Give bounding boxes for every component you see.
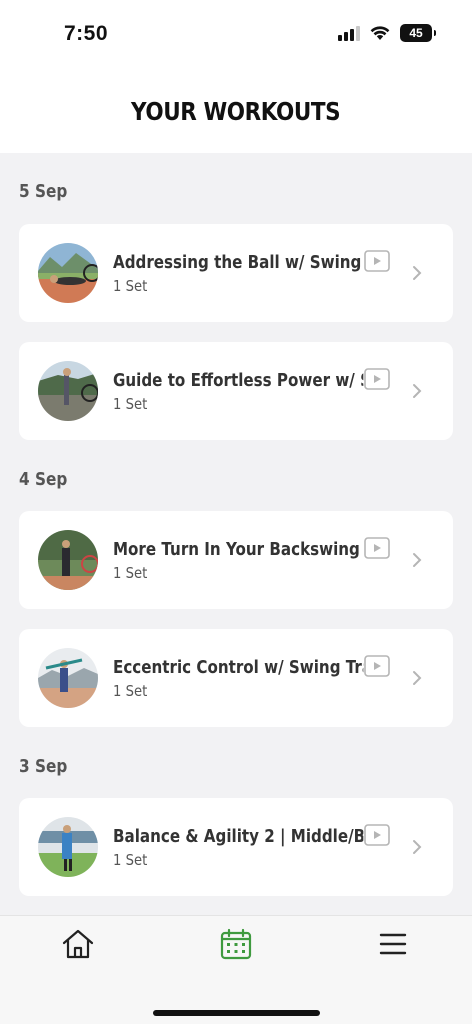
workout-card[interactable]: Addressing the Ball w/ Swing T... 1 Set xyxy=(19,224,453,322)
battery-icon: 45 xyxy=(400,24,436,42)
page-title: YOUR WORKOUTS xyxy=(131,97,341,126)
status-time: 7:50 xyxy=(64,22,109,45)
chevron-right-icon[interactable] xyxy=(411,838,423,856)
hamburger-menu-icon xyxy=(379,933,407,955)
workout-sets: 1 Set xyxy=(113,564,148,582)
workout-sets: 1 Set xyxy=(113,277,148,295)
wifi-icon xyxy=(370,26,390,40)
date-header: 4 Sep xyxy=(19,469,68,490)
tab-menu[interactable] xyxy=(373,924,413,964)
status-icons: 45 xyxy=(338,24,436,42)
play-video-icon[interactable] xyxy=(364,537,390,559)
chevron-right-icon[interactable] xyxy=(411,382,423,400)
workout-sets: 1 Set xyxy=(113,682,148,700)
chevron-right-icon[interactable] xyxy=(411,551,423,569)
page-header: YOUR WORKOUTS xyxy=(0,70,472,153)
chevron-right-icon[interactable] xyxy=(411,669,423,687)
workout-thumbnail xyxy=(38,648,98,708)
workout-card[interactable]: Balance & Agility 2 | Middle/B... 1 Set xyxy=(19,798,453,896)
home-indicator[interactable] xyxy=(153,1010,320,1016)
chevron-right-icon[interactable] xyxy=(411,264,423,282)
tab-home[interactable] xyxy=(58,924,98,964)
workout-card[interactable]: Guide to Effortless Power w/ S... 1 Set xyxy=(19,342,453,440)
cellular-signal-icon xyxy=(338,25,360,41)
workout-sets: 1 Set xyxy=(113,851,148,869)
workout-title: Guide to Effortless Power w/ S... xyxy=(113,370,364,391)
tab-calendar[interactable] xyxy=(216,924,256,964)
play-video-icon[interactable] xyxy=(364,368,390,390)
play-video-icon[interactable] xyxy=(364,250,390,272)
date-header: 3 Sep xyxy=(19,756,68,777)
workout-thumbnail xyxy=(38,817,98,877)
workout-card[interactable]: More Turn In Your Backswing w... 1 Set xyxy=(19,511,453,609)
workout-card[interactable]: Eccentric Control w/ Swing Tra... 1 Set xyxy=(19,629,453,727)
workout-title: Balance & Agility 2 | Middle/B... xyxy=(113,826,364,847)
calendar-icon xyxy=(220,928,252,960)
workout-thumbnail xyxy=(38,361,98,421)
workout-list[interactable]: 5 Sep Addressing the Ball w/ Swing T... … xyxy=(0,153,472,915)
play-video-icon[interactable] xyxy=(364,655,390,677)
bottom-tab-bar xyxy=(0,915,472,1024)
workout-thumbnail xyxy=(38,530,98,590)
workout-thumbnail xyxy=(38,243,98,303)
date-header: 5 Sep xyxy=(19,181,68,202)
workout-title: Addressing the Ball w/ Swing T... xyxy=(113,252,363,273)
workout-title: More Turn In Your Backswing w... xyxy=(113,539,363,560)
status-bar: 7:50 45 xyxy=(0,0,472,70)
home-icon xyxy=(62,929,94,959)
workout-sets: 1 Set xyxy=(113,395,148,413)
workout-title: Eccentric Control w/ Swing Tra... xyxy=(113,657,364,678)
play-video-icon[interactable] xyxy=(364,824,390,846)
